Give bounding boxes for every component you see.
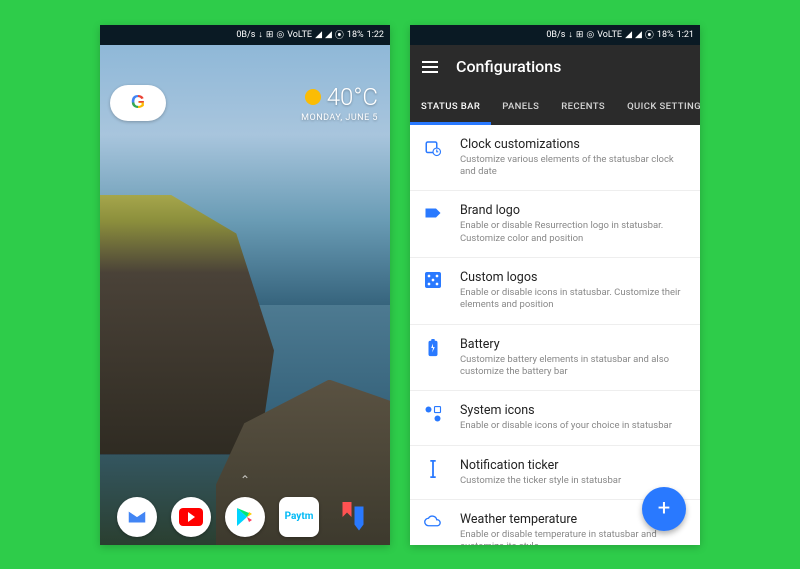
settings-list[interactable]: Clock customizations Customize various e… [410, 125, 700, 545]
tab-status-bar[interactable]: STATUS BAR [410, 89, 491, 125]
status-net-speed: 0B/s [236, 30, 255, 40]
google-search-pill[interactable]: G [110, 85, 166, 121]
tab-panels[interactable]: PANELS [491, 89, 550, 125]
app-paytm[interactable]: Paytm [279, 497, 319, 537]
battery-icon [422, 337, 444, 379]
phone-settings: 0B/s ↓ ⊞ ◎ VoLTE ◢ ◢ ⦿ 18% 1:21 Configur… [410, 25, 700, 545]
status-down-arrow: ↓ [258, 29, 263, 40]
weather-temp: 40°C [327, 83, 378, 111]
hamburger-icon[interactable] [422, 61, 438, 73]
sun-icon [305, 89, 321, 105]
cast-icon: ◎ [276, 30, 284, 40]
app-bar: Configurations [410, 45, 700, 89]
item-title: Clock customizations [460, 137, 686, 152]
item-desc: Enable or disable icons in statusbar. Cu… [460, 287, 686, 312]
battery-text: 18% [347, 30, 364, 40]
dice-icon [422, 270, 444, 312]
item-desc: Customize the ticker style in statusbar [460, 475, 686, 487]
signal-icon: ◢ [315, 30, 322, 40]
app-play-store[interactable] [225, 497, 265, 537]
plus-icon: + [658, 496, 670, 521]
volte-icon: VoLTE [597, 30, 622, 40]
status-bar-right: 0B/s ↓ ⊞ ◎ VoLTE ◢ ◢ ⦿ 18% 1:21 [410, 25, 700, 45]
cloud-icon [422, 512, 444, 545]
item-title: Battery [460, 337, 686, 352]
app-downloader[interactable] [333, 497, 373, 537]
windows-icon: ⊞ [576, 30, 584, 40]
label-icon [422, 203, 444, 245]
tab-recents[interactable]: RECENTS [550, 89, 616, 125]
item-desc: Enable or disable icons of your choice i… [460, 420, 686, 432]
item-desc: Enable or disable Resurrection logo in s… [460, 220, 686, 245]
tab-bar: STATUS BAR PANELS RECENTS QUICK SETTINGS [410, 89, 700, 125]
item-title: Notification ticker [460, 458, 686, 473]
status-time: 1:21 [677, 30, 694, 40]
status-bar-left: 0B/s ↓ ⊞ ◎ VoLTE ◢ ◢ ⦿ 18% 1:22 [100, 25, 390, 45]
location-icon: ⦿ [335, 28, 344, 41]
google-g-icon: G [131, 92, 145, 113]
item-clock-customizations[interactable]: Clock customizations Customize various e… [410, 125, 700, 192]
page-title: Configurations [456, 57, 561, 76]
item-brand-logo[interactable]: Brand logo Enable or disable Resurrectio… [410, 191, 700, 258]
location-icon: ⦿ [645, 28, 654, 41]
status-time: 1:22 [367, 30, 384, 40]
item-desc: Customize various elements of the status… [460, 154, 686, 179]
item-title: Brand logo [460, 203, 686, 218]
weather-widget[interactable]: 40°C MONDAY, JUNE 5 [301, 83, 378, 123]
status-down-arrow: ↓ [568, 29, 573, 40]
cast-icon: ◎ [586, 30, 594, 40]
signal-icon-2: ◢ [635, 30, 642, 40]
wallpaper-cliff [100, 195, 274, 455]
download-icon [335, 499, 371, 535]
battery-text: 18% [657, 30, 674, 40]
item-title: Custom logos [460, 270, 686, 285]
play-store-icon [233, 505, 257, 529]
inbox-icon [126, 506, 148, 528]
weather-date: MONDAY, JUNE 5 [301, 113, 378, 123]
volte-icon: VoLTE [287, 30, 312, 40]
signal-icon-2: ◢ [325, 30, 332, 40]
item-system-icons[interactable]: System icons Enable or disable icons of … [410, 391, 700, 445]
youtube-icon [179, 508, 203, 526]
dock: Paytm [100, 497, 390, 537]
fab-add-button[interactable]: + [642, 487, 686, 531]
item-title: System icons [460, 403, 686, 418]
tab-quick-settings[interactable]: QUICK SETTINGS [616, 89, 700, 125]
item-custom-logos[interactable]: Custom logos Enable or disable icons in … [410, 258, 700, 325]
app-inbox[interactable] [117, 497, 157, 537]
cursor-icon [422, 458, 444, 487]
item-desc: Customize battery elements in statusbar … [460, 354, 686, 379]
status-net-speed: 0B/s [546, 30, 565, 40]
signal-icon: ◢ [625, 30, 632, 40]
wallpaper[interactable]: G 40°C MONDAY, JUNE 5 ⌃ Paytm [100, 45, 390, 545]
paytm-label: Paytm [285, 511, 314, 522]
auto-icon [422, 403, 444, 432]
phone-home: 0B/s ↓ ⊞ ◎ VoLTE ◢ ◢ ⦿ 18% 1:22 G 40°C M… [100, 25, 390, 545]
drawer-arrow-icon[interactable]: ⌃ [240, 473, 250, 487]
calendar-clock-icon [422, 137, 444, 179]
app-youtube[interactable] [171, 497, 211, 537]
item-desc: Enable or disable temperature in statusb… [460, 529, 686, 545]
windows-icon: ⊞ [266, 30, 274, 40]
item-battery[interactable]: Battery Customize battery elements in st… [410, 325, 700, 392]
